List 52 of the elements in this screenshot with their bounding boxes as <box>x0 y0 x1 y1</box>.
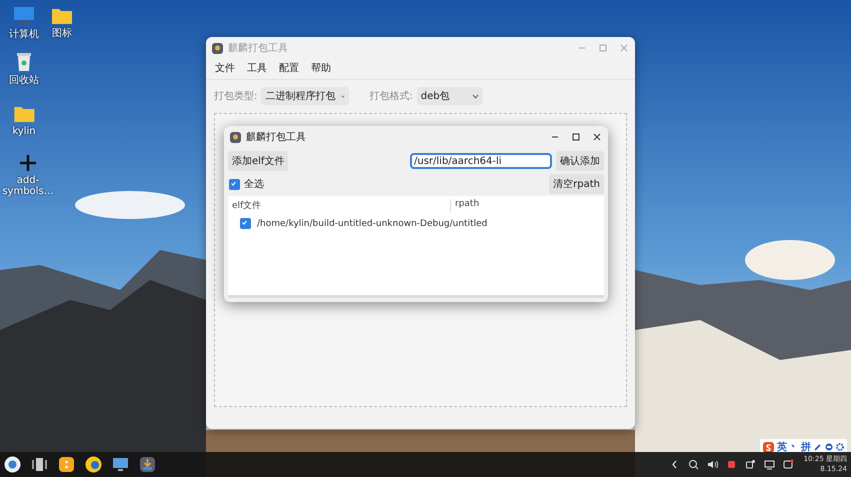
desktop-icon-label[interactable]: 计算机 <box>9 29 39 40</box>
column-header[interactable]: elf文件 <box>232 199 451 212</box>
settings-icon[interactable] <box>836 443 844 451</box>
computer-icon[interactable] <box>112 456 129 473</box>
close-icon[interactable] <box>592 132 602 142</box>
screen-icon[interactable] <box>764 459 775 470</box>
start-menu-icon[interactable] <box>4 456 21 473</box>
column-header[interactable]: rpath <box>455 199 480 212</box>
app-icon <box>230 132 241 142</box>
menu-item[interactable]: 配置 <box>279 61 299 75</box>
menu-item[interactable]: 工具 <box>247 61 267 75</box>
add-elf-button[interactable]: 添加elf文件 <box>228 151 288 171</box>
desktop-icon-label[interactable]: kylin <box>12 126 36 137</box>
pen-icon[interactable] <box>814 443 822 451</box>
desktop-icon-label[interactable]: 回收站 <box>9 75 39 86</box>
folder-icon[interactable] <box>51 6 73 25</box>
window-title: 麒麟打包工具 <box>246 130 307 144</box>
app-tray-icon[interactable] <box>726 459 737 470</box>
field-label: 打包格式: <box>369 90 413 103</box>
trash-icon[interactable] <box>16 52 32 72</box>
checkbox-label: 全选 <box>244 178 264 191</box>
package-tool-icon[interactable] <box>139 456 156 473</box>
menu-item[interactable]: 文件 <box>215 61 235 75</box>
app-icon <box>212 42 223 54</box>
volume-icon[interactable] <box>706 459 718 470</box>
notification-icon[interactable] <box>782 459 794 470</box>
path-input-field[interactable]: /usr/lib/aarch64-li <box>410 153 552 169</box>
input-mode-button[interactable]: 拼 <box>801 440 811 454</box>
caret-icon[interactable] <box>472 94 479 98</box>
window-title: 麒麟打包工具 <box>228 42 289 55</box>
desktop-icon-label[interactable]: add-symbols… <box>0 175 56 197</box>
browser-icon[interactable] <box>85 456 102 473</box>
desktop-icon-label[interactable]: 图标 <box>52 28 72 39</box>
input-method-logo-icon[interactable] <box>763 442 774 452</box>
checkmark-icon <box>241 219 248 226</box>
maximize-icon[interactable] <box>571 132 581 142</box>
field-label: 打包类型: <box>214 90 258 103</box>
clear-rpath-button[interactable]: 清空rpath <box>549 174 604 194</box>
input-mode-button[interactable]: 英 <box>777 440 787 454</box>
checkbox[interactable] <box>229 178 240 190</box>
app-launcher-icon[interactable] <box>58 456 75 473</box>
multitask-icon[interactable] <box>31 456 48 473</box>
search-icon[interactable] <box>688 459 699 470</box>
package-format-dropdown[interactable]: deb包 <box>416 87 483 105</box>
package-type-dropdown[interactable]: 二进制程序打包 <box>261 87 350 105</box>
confirm-add-button[interactable]: 确认添加 <box>556 151 604 171</box>
menu-item[interactable]: 帮助 <box>311 61 331 75</box>
plus-icon[interactable] <box>19 154 37 172</box>
caret-icon[interactable] <box>341 94 346 98</box>
checkbox[interactable] <box>240 218 251 229</box>
table-cell: /home/kylin/build-untitled-unknown-Debug/untitled <box>257 218 488 228</box>
checkmark-icon <box>230 180 237 186</box>
